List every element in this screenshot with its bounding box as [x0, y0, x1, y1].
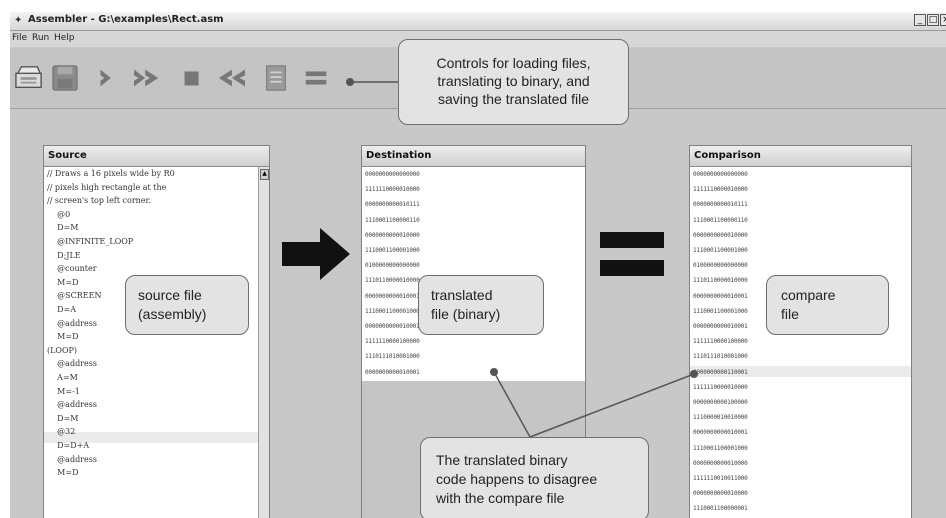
- translated-callout-line-2: file (binary): [431, 306, 501, 322]
- controls-callout-line-3: saving the translated file: [438, 91, 589, 107]
- disagree-callout: The translated binary code happens to di…: [420, 437, 649, 518]
- controls-callout: Controls for loading files, translating …: [398, 39, 629, 125]
- translated-callout-line-1: translated: [431, 287, 493, 303]
- compare-file-callout: compare file: [766, 275, 889, 335]
- controls-callout-line-2: translating to binary, and: [437, 73, 590, 89]
- source-callout-line-1: source file: [138, 287, 202, 303]
- disagree-callout-line-1: The translated binary: [436, 452, 568, 468]
- assembler-window: ✦ Assembler - G:\examples\Rect.asm _ □ ×…: [10, 12, 946, 518]
- source-file-callout: source file (assembly): [125, 275, 249, 335]
- disagree-callout-line-2: code happens to disagree: [436, 471, 598, 487]
- compare-callout-line-2: file: [781, 306, 799, 322]
- disagree-callout-line-3: with the compare file: [436, 490, 565, 506]
- source-callout-line-2: (assembly): [138, 306, 207, 322]
- compare-callout-line-1: compare: [781, 287, 836, 303]
- translated-file-callout: translated file (binary): [418, 275, 544, 335]
- controls-callout-line-1: Controls for loading files,: [436, 55, 591, 71]
